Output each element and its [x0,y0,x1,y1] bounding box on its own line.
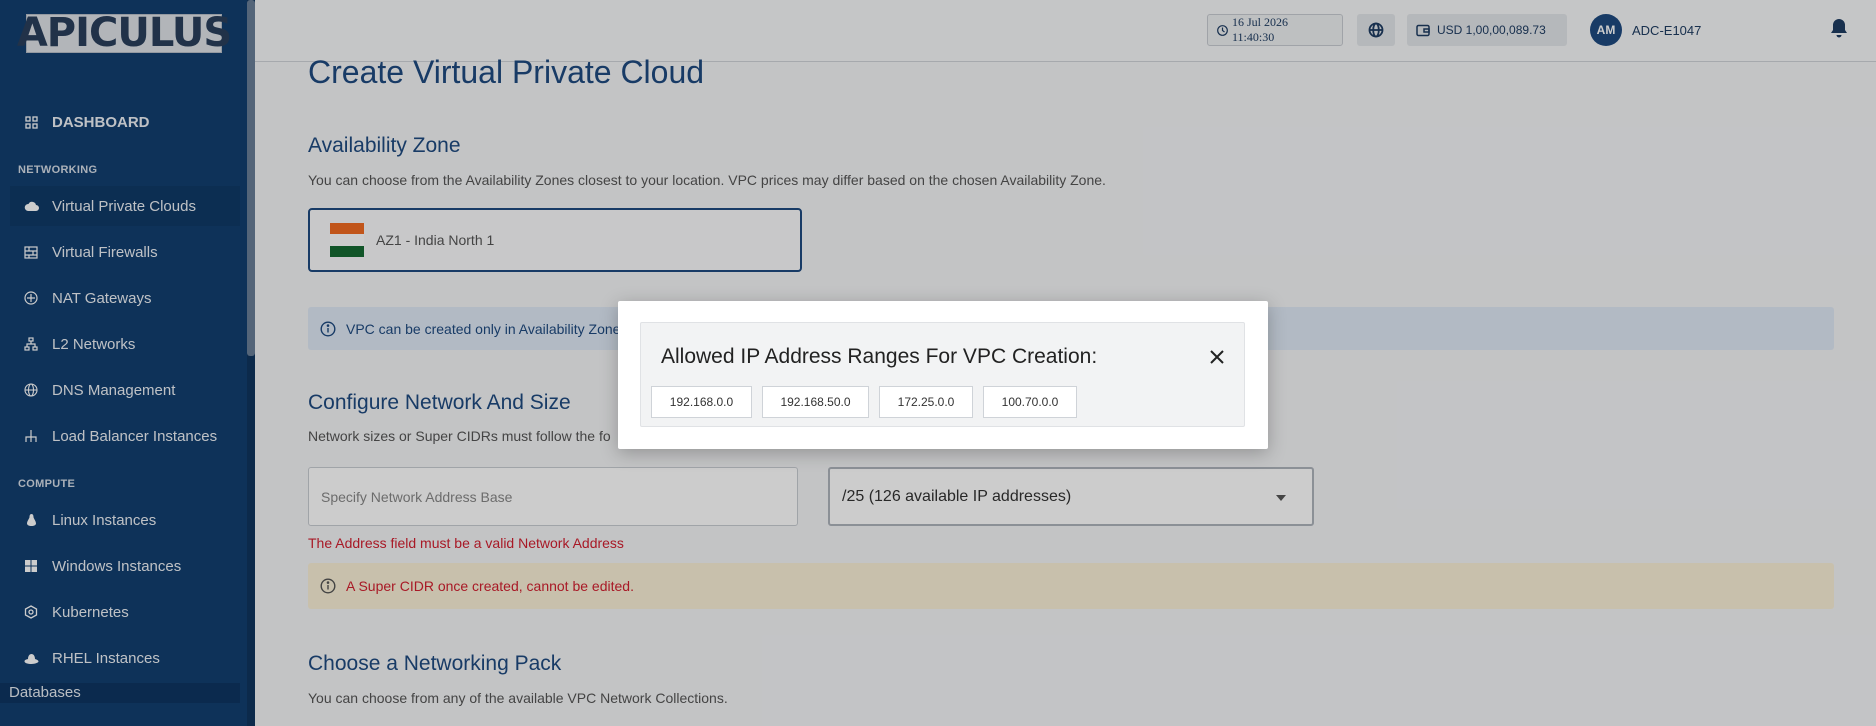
ip-ranges-modal: Allowed IP Address Ranges For VPC Creati… [618,301,1268,449]
close-button[interactable] [1203,343,1231,371]
modal-title: Allowed IP Address Ranges For VPC Creati… [661,345,1098,368]
ip-range-chip: 192.168.0.0 [651,386,752,418]
ip-range-chip: 172.25.0.0 [879,386,973,418]
close-icon [1209,349,1225,365]
ip-range-chip: 192.168.50.0 [762,386,869,418]
modal-body: Allowed IP Address Ranges For VPC Creati… [640,322,1245,427]
ip-range-chip: 100.70.0.0 [983,386,1077,418]
